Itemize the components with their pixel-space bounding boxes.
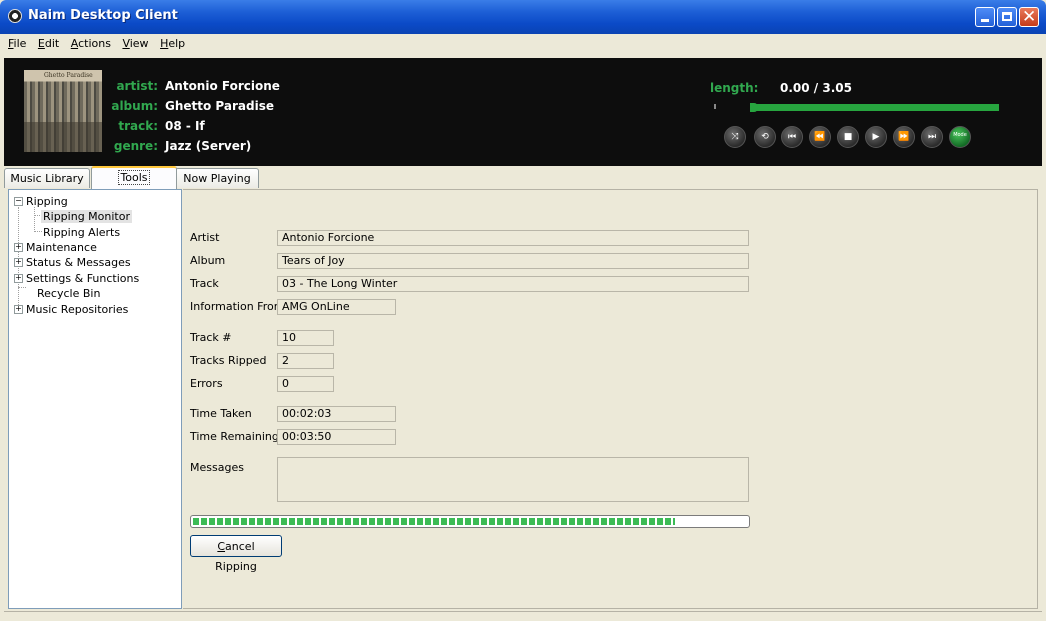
repeat-icon[interactable]: ⟲ xyxy=(754,126,776,148)
menu-help-label: elp xyxy=(168,37,186,50)
track-label: track: xyxy=(118,119,158,133)
collapse-icon[interactable]: − xyxy=(14,197,23,206)
ripping-monitor-panel xyxy=(183,189,1038,609)
tree-guide xyxy=(18,287,26,288)
tree-item-recycle-bin[interactable]: Recycle Bin xyxy=(37,287,100,300)
rewind-icon[interactable]: ⏪ xyxy=(809,126,831,148)
slider-track xyxy=(754,104,999,111)
time-taken-field: 00:02:03 xyxy=(277,406,396,422)
time-taken-field-label: Time Taken xyxy=(190,407,252,420)
menu-bar: File Edit Actions View Help xyxy=(4,35,189,55)
tree-item-ripping[interactable]: Ripping xyxy=(26,195,68,208)
play-icon[interactable]: ▶ xyxy=(865,126,887,148)
tracks-ripped-field: 2 xyxy=(277,353,334,369)
tab-music-library[interactable]: Music Library xyxy=(4,168,90,188)
menu-help[interactable]: Help xyxy=(156,35,189,50)
tree-item-ripping-alerts[interactable]: Ripping Alerts xyxy=(43,226,120,239)
now-playing-track: 08 - If xyxy=(165,119,205,133)
artist-field: Antonio Forcione xyxy=(277,230,749,246)
menu-edit-label: dit xyxy=(44,37,60,50)
maximize-icon xyxy=(1002,12,1012,21)
now-playing-artist: Antonio Forcione xyxy=(165,79,280,93)
album-field-label: Album xyxy=(190,254,226,267)
track-length: 0.00 / 3.05 xyxy=(780,81,852,95)
menu-actions-label: ctions xyxy=(78,37,111,50)
expand-icon[interactable]: + xyxy=(14,305,23,314)
artist-field-label: Artist xyxy=(190,231,220,244)
album-field: Tears of Joy xyxy=(277,253,749,269)
fast-forward-icon[interactable]: ⏩ xyxy=(893,126,915,148)
position-slider[interactable] xyxy=(714,102,999,112)
album-art-title: Ghetto Paradise xyxy=(44,72,93,79)
menu-edit-mnemonic: E xyxy=(37,37,45,50)
now-playing-genre: Jazz (Server) xyxy=(165,139,252,153)
tree-item-ripping-monitor[interactable]: Ripping Monitor xyxy=(41,210,132,223)
messages-field xyxy=(277,457,749,502)
album-label: album: xyxy=(111,99,158,113)
menu-edit[interactable]: Edit xyxy=(34,35,63,50)
tree-item-settings-functions[interactable]: Settings & Functions xyxy=(26,272,139,285)
minimize-icon xyxy=(981,19,989,22)
menu-file[interactable]: File xyxy=(4,35,30,50)
mode-icon[interactable]: Mode xyxy=(949,126,971,148)
menu-view[interactable]: View xyxy=(118,35,152,50)
time-remaining-field: 00:03:50 xyxy=(277,429,396,445)
tab-now-playing[interactable]: Now Playing xyxy=(175,168,259,188)
track-number-field: 10 xyxy=(277,330,334,346)
tree-item-status-messages[interactable]: Status & Messages xyxy=(26,256,131,269)
track-field: 03 - The Long Winter xyxy=(277,276,749,292)
tree-item-maintenance[interactable]: Maintenance xyxy=(26,241,97,254)
length-label: length: xyxy=(710,81,759,95)
tab-tools[interactable]: Tools xyxy=(91,166,177,189)
shuffle-icon[interactable]: ⤨ xyxy=(724,126,746,148)
errors-field-label: Errors xyxy=(190,377,223,390)
tab-tools-label: Tools xyxy=(118,170,150,185)
tools-tree: − Ripping Ripping Monitor Ripping Alerts… xyxy=(8,189,182,609)
time-remaining-field-label: Time Remaining xyxy=(190,430,279,443)
track-field-label: Track xyxy=(190,277,219,290)
tab-now-playing-label: Now Playing xyxy=(183,172,251,185)
close-button[interactable]: ✕ xyxy=(1019,7,1039,27)
slider-knob[interactable] xyxy=(750,103,758,112)
now-playing-panel: Ghetto Paradise artist: Antonio Forcione… xyxy=(4,58,1042,166)
cancel-ripping-button[interactable]: Cancel Ripping xyxy=(190,535,282,573)
menu-view-label: iew xyxy=(129,37,149,50)
now-playing-album: Ghetto Paradise xyxy=(165,99,274,113)
cancel-ripping-mnemonic: C xyxy=(217,540,226,553)
close-icon: ✕ xyxy=(1022,7,1037,27)
menu-file-label: ile xyxy=(13,37,27,50)
skip-to-end-icon[interactable]: ⏭ xyxy=(921,126,943,148)
tree-guide xyxy=(34,207,35,232)
minimize-button[interactable] xyxy=(975,7,995,27)
tree-guide xyxy=(34,231,42,232)
album-art: Ghetto Paradise xyxy=(24,70,102,152)
messages-field-label: Messages xyxy=(190,461,244,474)
expand-icon[interactable]: + xyxy=(14,243,23,252)
title-bar[interactable]: Naim Desktop Client ✕ xyxy=(0,0,1046,34)
info-from-field: AMG OnLine xyxy=(277,299,396,315)
mode-label: Mode xyxy=(953,132,967,138)
stop-icon[interactable]: ■ xyxy=(837,126,859,148)
artist-label: artist: xyxy=(116,79,158,93)
menu-actions-mnemonic: A xyxy=(70,37,79,50)
tracks-ripped-field-label: Tracks Ripped xyxy=(190,354,267,367)
skip-to-start-icon[interactable]: ⏮ xyxy=(781,126,803,148)
menu-view-mnemonic: V xyxy=(122,37,130,50)
errors-field: 0 xyxy=(277,376,334,392)
ripping-progress-fill xyxy=(193,518,675,525)
maximize-button[interactable] xyxy=(997,7,1017,27)
window-title: Naim Desktop Client xyxy=(28,8,178,23)
expand-icon[interactable]: + xyxy=(14,274,23,283)
expand-icon[interactable]: + xyxy=(14,258,23,267)
slider-tick xyxy=(714,104,716,109)
info-from-field-label: Information From xyxy=(190,300,285,313)
tree-item-music-repositories[interactable]: Music Repositories xyxy=(26,303,128,316)
genre-label: genre: xyxy=(113,139,158,153)
track-number-field-label: Track # xyxy=(190,331,232,344)
app-logo-icon xyxy=(8,9,22,23)
tab-music-library-label: Music Library xyxy=(10,172,84,185)
ripping-progress-bar xyxy=(190,515,750,528)
menu-actions[interactable]: Actions xyxy=(67,35,115,50)
